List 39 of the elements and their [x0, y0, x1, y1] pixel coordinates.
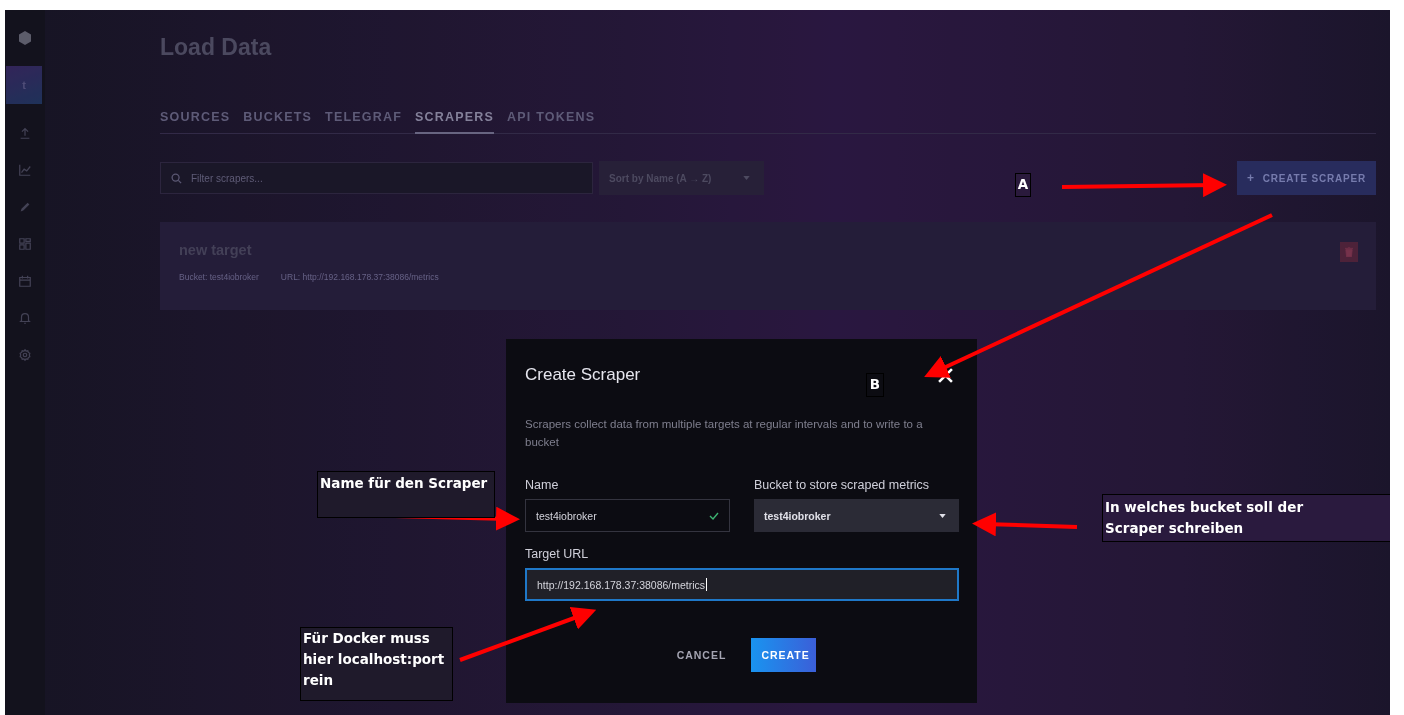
bucket-text: Bucket: test4iobroker [179, 272, 259, 282]
annotation-marker: A [1015, 173, 1031, 197]
cancel-button[interactable]: CANCEL [666, 638, 737, 672]
field-label: Bucket to store scraped metrics [754, 478, 931, 492]
url-text: URL: http://192.168.178.37:38086/metrics [280, 272, 439, 282]
create-scraper-button[interactable]: + CREATE SCRAPER [1237, 161, 1376, 195]
tab[interactable]: BUCKETS [243, 110, 313, 134]
pencil-icon[interactable] [18, 200, 32, 214]
caret-icon [743, 176, 750, 180]
grid-icon[interactable] [18, 237, 32, 251]
field-label: Name [525, 478, 560, 492]
close-icon[interactable] [938, 367, 953, 383]
search-field[interactable]: Filter scrapers... [160, 162, 593, 194]
url-field[interactable]: http://192.168.178.37:38086/metrics [525, 568, 959, 601]
field-label: Target URL [525, 547, 590, 561]
bucket-dropdown[interactable]: test4iobroker [754, 499, 959, 532]
search-icon [171, 173, 182, 184]
create-button[interactable]: CREATE [751, 638, 817, 672]
gear-icon[interactable] [18, 348, 32, 362]
annotation-note: Für Docker muss hier localhost:port rein [300, 627, 453, 701]
text-cursor [706, 578, 708, 591]
annotation-marker: B [866, 373, 884, 397]
tab[interactable]: API TOKENS [507, 110, 596, 134]
dialog-description: Scrapers collect data from multiple targets at regular intervals and to write to a bucket [525, 417, 924, 450]
dialog-title: Create Scraper [525, 365, 641, 385]
trash-icon [1345, 247, 1353, 257]
tab[interactable]: SCRAPERS [415, 110, 495, 134]
delete-button[interactable] [1340, 242, 1358, 262]
tab[interactable]: SOURCES [160, 110, 231, 134]
calendar-icon[interactable] [18, 274, 32, 288]
annotation-note: In welches bucket soll der Scraper schreiben [1102, 494, 1390, 542]
logo-icon[interactable] [17, 30, 33, 46]
name-field[interactable]: test4iobroker [525, 499, 730, 532]
tab[interactable]: TELEGRAF [325, 110, 402, 134]
upload-icon[interactable] [18, 126, 32, 140]
annotation-note: Name für den Scraper [317, 471, 495, 518]
caret-icon [939, 513, 946, 518]
bell-icon[interactable] [18, 311, 32, 325]
line-chart-icon[interactable] [18, 163, 32, 177]
